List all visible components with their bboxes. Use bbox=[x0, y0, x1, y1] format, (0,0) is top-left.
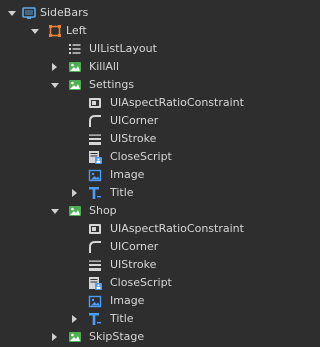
expand-arrow[interactable] bbox=[72, 315, 77, 323]
tree-row-shop[interactable]: Shop bbox=[0, 202, 275, 220]
tree-row-uiaspectratioconstraint[interactable]: UIAspectRatioConstraint bbox=[0, 220, 275, 238]
tree-item-label: UIAspectRatioConstraint bbox=[110, 222, 244, 235]
tree-row-closescript[interactable]: CloseScript bbox=[0, 274, 275, 292]
expand-arrow[interactable] bbox=[31, 29, 39, 34]
tree-item-label: UIAspectRatioConstraint bbox=[110, 96, 244, 109]
tree-item-label: Left bbox=[66, 24, 87, 37]
local-script-icon bbox=[88, 150, 102, 164]
tree-item-label: Settings bbox=[89, 78, 135, 91]
aspect-ratio-icon bbox=[88, 222, 102, 236]
tree-row-title[interactable]: Title bbox=[0, 310, 275, 328]
image-button-icon bbox=[68, 330, 82, 344]
tree-item-label: Title bbox=[110, 186, 134, 199]
tree-item-label: CloseScript bbox=[110, 150, 172, 163]
image-button-icon bbox=[68, 204, 82, 218]
expand-arrow[interactable] bbox=[51, 209, 59, 214]
tree-item-label: UIStroke bbox=[110, 132, 157, 145]
tree-row-uicorner[interactable]: UICorner bbox=[0, 238, 275, 256]
expand-arrow[interactable] bbox=[8, 11, 16, 16]
tree-item-label: UICorner bbox=[110, 240, 159, 253]
tree-item-label: SkipStage bbox=[89, 330, 145, 343]
tree-row-closescript[interactable]: CloseScript bbox=[0, 148, 275, 166]
stroke-icon bbox=[88, 132, 102, 146]
tree-row-uistroke[interactable]: UIStroke bbox=[0, 256, 275, 274]
tree-row-uicorner[interactable]: UICorner bbox=[0, 112, 275, 130]
tree-row-uilistlayout[interactable]: UIListLayout bbox=[0, 40, 275, 58]
stroke-icon bbox=[88, 258, 102, 272]
corner-icon bbox=[88, 114, 102, 128]
corner-icon bbox=[88, 240, 102, 254]
tree-item-label: SideBars bbox=[40, 6, 89, 19]
list-layout-icon bbox=[68, 42, 82, 56]
explorer-tree: SideBars Left UIListLayout KillAll Setti… bbox=[0, 0, 275, 347]
tree-row-killall[interactable]: KillAll bbox=[0, 58, 275, 76]
tree-row-settings[interactable]: Settings bbox=[0, 76, 275, 94]
expand-arrow[interactable] bbox=[52, 333, 57, 341]
expand-arrow[interactable] bbox=[72, 189, 77, 197]
tree-item-label: UIStroke bbox=[110, 258, 157, 271]
image-button-icon bbox=[68, 60, 82, 74]
expand-arrow[interactable] bbox=[52, 63, 57, 71]
expand-arrow[interactable] bbox=[51, 83, 59, 88]
tree-row-image[interactable]: Image bbox=[0, 292, 275, 310]
frame-icon bbox=[48, 24, 62, 38]
tree-row-left[interactable]: Left bbox=[0, 22, 275, 40]
tree-item-label: Shop bbox=[89, 204, 117, 217]
tree-item-label: Image bbox=[110, 168, 145, 181]
screen-gui-icon bbox=[22, 6, 36, 20]
text-label-icon bbox=[88, 312, 102, 326]
image-button-icon bbox=[68, 78, 82, 92]
tree-item-label: KillAll bbox=[89, 60, 120, 73]
tree-item-label: CloseScript bbox=[110, 276, 172, 289]
tree-row-skipstage[interactable]: SkipStage bbox=[0, 328, 275, 346]
tree-row-uistroke[interactable]: UIStroke bbox=[0, 130, 275, 148]
tree-row-uiaspectratioconstraint[interactable]: UIAspectRatioConstraint bbox=[0, 94, 275, 112]
image-label-icon bbox=[88, 294, 102, 308]
tree-item-label: Title bbox=[110, 312, 134, 325]
image-label-icon bbox=[88, 168, 102, 182]
tree-row-image[interactable]: Image bbox=[0, 166, 275, 184]
tree-row-sidebars[interactable]: SideBars bbox=[0, 4, 275, 22]
tree-row-title[interactable]: Title bbox=[0, 184, 275, 202]
tree-item-label: Image bbox=[110, 294, 145, 307]
aspect-ratio-icon bbox=[88, 96, 102, 110]
local-script-icon bbox=[88, 276, 102, 290]
tree-item-label: UIListLayout bbox=[89, 42, 157, 55]
tree-item-label: UICorner bbox=[110, 114, 159, 127]
text-label-icon bbox=[88, 186, 102, 200]
